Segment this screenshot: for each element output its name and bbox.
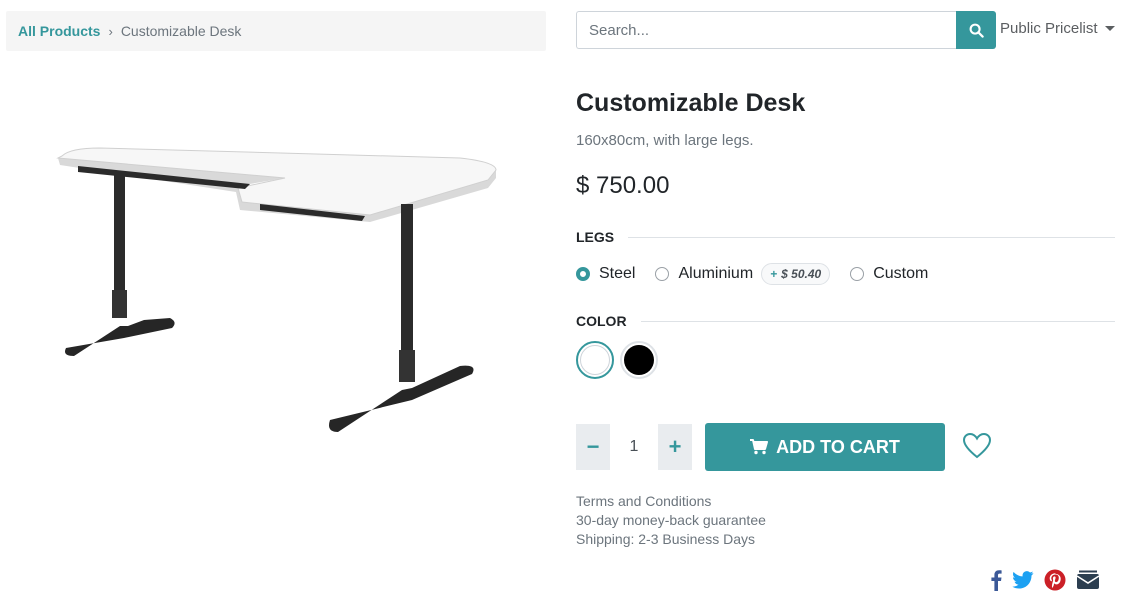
- leg-option-label: Custom: [873, 265, 929, 282]
- radio-custom[interactable]: [850, 267, 865, 281]
- twitter-icon: [1012, 571, 1034, 589]
- pricelist-label: Public Pricelist: [1000, 20, 1098, 37]
- price-extra-badge: + $ 50.40: [761, 263, 831, 285]
- twitter-share-link[interactable]: [1012, 571, 1034, 589]
- swatch-color-white: [580, 345, 610, 375]
- pinterest-icon: [1044, 569, 1066, 591]
- wishlist-button[interactable]: [962, 432, 992, 465]
- quantity-decrease-button[interactable]: −: [576, 424, 610, 470]
- divider: [640, 320, 1115, 322]
- radio-steel[interactable]: [576, 267, 590, 281]
- breadcrumb-all-products-link[interactable]: All Products: [18, 23, 100, 39]
- leg-option-label: Steel: [599, 265, 636, 282]
- pricelist-dropdown[interactable]: Public Pricelist: [1000, 20, 1115, 37]
- legs-heading: LEGS: [576, 229, 1115, 245]
- product-info: Terms and Conditions 30-day money-back g…: [576, 492, 766, 549]
- product-price: $ 750.00: [576, 172, 670, 199]
- pinterest-share-link[interactable]: [1044, 569, 1066, 591]
- terms-link[interactable]: Terms and Conditions: [576, 492, 766, 511]
- breadcrumb-separator: ›: [108, 23, 113, 39]
- facebook-icon: [991, 570, 1002, 591]
- breadcrumb-current: Customizable Desk: [120, 23, 242, 39]
- color-swatch-black[interactable]: [620, 341, 658, 379]
- caret-down-icon: [1104, 26, 1115, 31]
- add-to-cart-label: ADD TO CART: [776, 436, 900, 457]
- leg-option-label: Aluminium: [678, 265, 754, 282]
- heart-icon: [962, 432, 992, 459]
- divider: [628, 236, 1115, 238]
- color-swatch-white[interactable]: [576, 341, 614, 379]
- breadcrumb: All Products › Customizable Desk: [6, 11, 546, 51]
- product-image: [40, 120, 520, 440]
- leg-option-custom[interactable]: Custom: [850, 265, 928, 283]
- radio-aluminium[interactable]: [655, 267, 670, 281]
- email-share-link[interactable]: [1076, 570, 1100, 590]
- desk-image: [56, 147, 497, 432]
- search-icon: [969, 23, 984, 38]
- quantity-stepper: − +: [576, 424, 692, 470]
- quantity-input[interactable]: [610, 424, 658, 470]
- guarantee-text: 30-day money-back guarantee: [576, 512, 766, 528]
- email-icon: [1076, 570, 1100, 589]
- color-heading: COLOR: [576, 313, 1115, 329]
- add-to-cart-button[interactable]: ADD TO CART: [705, 423, 945, 471]
- search-bar: [576, 11, 996, 49]
- swatch-color-black: [624, 345, 654, 375]
- color-swatches: [576, 341, 664, 379]
- legs-options: Steel Aluminium + $ 50.40 Custom: [576, 263, 948, 285]
- share-links: [990, 569, 1110, 591]
- product-description: 160x80cm, with large legs.: [576, 132, 754, 149]
- product-title: Customizable Desk: [576, 89, 806, 117]
- leg-option-aluminium[interactable]: Aluminium + $ 50.40: [655, 263, 831, 285]
- legs-heading-label: LEGS: [576, 229, 615, 245]
- color-heading-label: COLOR: [576, 313, 627, 329]
- shipping-text: Shipping: 2-3 Business Days: [576, 531, 755, 547]
- search-button[interactable]: [956, 11, 996, 49]
- price-extra-plus: +: [770, 267, 778, 281]
- price-extra-value: $ 50.40: [781, 267, 822, 281]
- cart-icon: [750, 439, 769, 455]
- leg-option-steel[interactable]: Steel: [576, 265, 635, 283]
- quantity-increase-button[interactable]: +: [658, 424, 692, 470]
- facebook-share-link[interactable]: [990, 569, 1002, 591]
- search-input[interactable]: [576, 11, 956, 49]
